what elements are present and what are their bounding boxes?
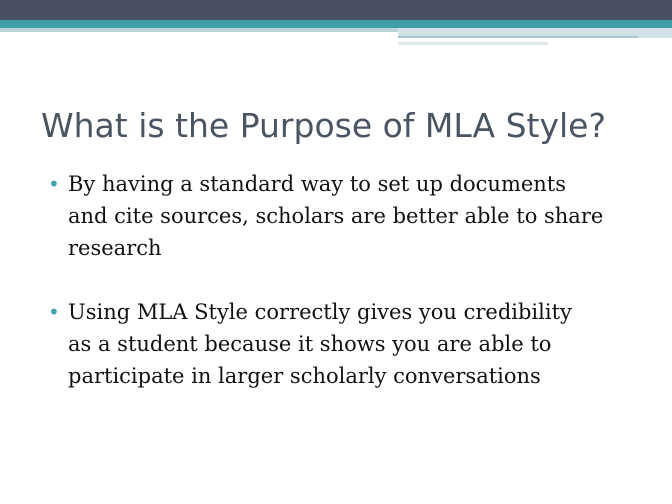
bullet-line: as a student because it shows you are ab…	[68, 332, 552, 356]
header-accent-line-2	[398, 42, 548, 45]
header-dark-band	[0, 0, 672, 20]
slide: What is the Purpose of MLA Style? • By h…	[0, 0, 672, 504]
bullet-line: participate in larger scholarly conversa…	[68, 364, 541, 388]
bullet-dot-icon: •	[48, 172, 60, 196]
bullet-dot-icon: •	[48, 300, 60, 324]
bullet-item: • By having a standard way to set up doc…	[48, 168, 648, 264]
bullet-list: • By having a standard way to set up doc…	[48, 168, 648, 424]
header-accent-line-1	[398, 36, 638, 38]
bullet-line: Using MLA Style correctly gives you cred…	[68, 300, 572, 324]
bullet-line: By having a standard way to set up docum…	[68, 172, 567, 196]
header-teal-stripe	[0, 20, 672, 28]
bullet-line: and cite sources, scholars are better ab…	[68, 204, 604, 228]
bullet-item: • Using MLA Style correctly gives you cr…	[48, 296, 648, 392]
slide-title: What is the Purpose of MLA Style?	[41, 106, 606, 145]
header-decoration	[0, 0, 672, 45]
bullet-line: research	[68, 236, 162, 260]
